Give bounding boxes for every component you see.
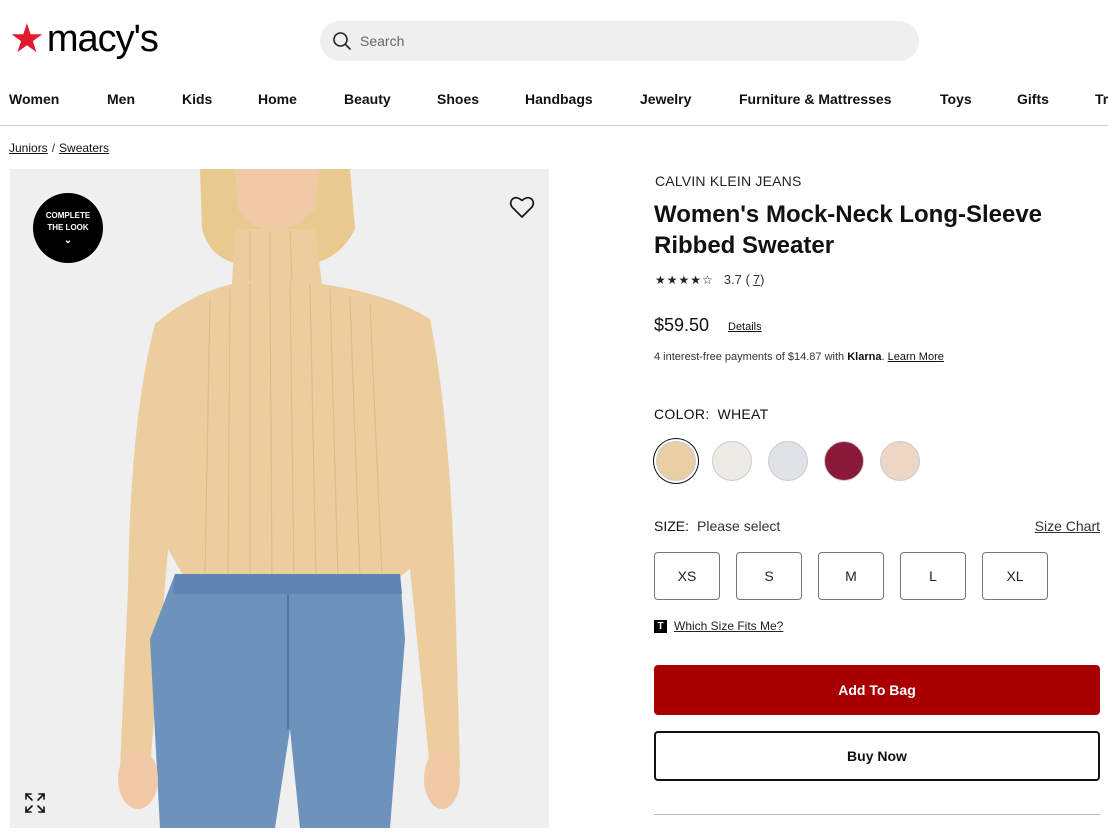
price-details-link[interactable]: Details bbox=[728, 321, 762, 333]
klarna-brand: Klarna bbox=[847, 351, 882, 363]
nav-jewelry[interactable]: Jewelry bbox=[640, 91, 691, 107]
nav-gifts[interactable]: Gifts bbox=[1017, 91, 1049, 107]
breadcrumb-separator: / bbox=[51, 141, 56, 155]
size-label-key: SIZE: bbox=[654, 518, 690, 534]
size-option-xl[interactable]: XL bbox=[982, 552, 1048, 600]
model-illustration bbox=[118, 169, 460, 828]
nav-truncated[interactable]: Tr bbox=[1095, 91, 1108, 107]
size-label: SIZE: Please select bbox=[654, 518, 780, 534]
nav-kids[interactable]: Kids bbox=[182, 91, 212, 107]
color-swatch-2[interactable] bbox=[712, 441, 752, 481]
nav-beauty[interactable]: Beauty bbox=[344, 91, 391, 107]
complete-look-line2: THE LOOK bbox=[47, 223, 89, 232]
breadcrumb-sweaters[interactable]: Sweaters bbox=[59, 141, 109, 155]
nav-women[interactable]: Women bbox=[9, 91, 59, 107]
breadcrumb: Juniors / Sweaters bbox=[9, 141, 109, 155]
nav-shoes[interactable]: Shoes bbox=[437, 91, 479, 107]
size-chart-link[interactable]: Size Chart bbox=[1035, 518, 1100, 534]
which-size-fits-link[interactable]: Which Size Fits Me? bbox=[674, 619, 783, 633]
size-option-s[interactable]: S bbox=[736, 552, 802, 600]
size-option-xs[interactable]: XS bbox=[654, 552, 720, 600]
chevron-down-icon: ⌄ bbox=[63, 235, 73, 246]
selected-color: WHEAT bbox=[717, 406, 769, 422]
color-swatch-3[interactable] bbox=[768, 441, 808, 481]
nav-furniture-mattresses[interactable]: Furniture & Mattresses bbox=[739, 91, 891, 107]
buy-now-button[interactable]: Buy Now bbox=[654, 731, 1100, 781]
size-option-m[interactable]: M bbox=[818, 552, 884, 600]
size-placeholder: Please select bbox=[697, 518, 781, 534]
nav-men[interactable]: Men bbox=[107, 91, 135, 107]
divider bbox=[654, 814, 1100, 815]
product-title: Women's Mock-Neck Long-Sleeve Ribbed Swe… bbox=[654, 201, 1043, 259]
klarna-payment-info: 4 interest-free payments of $14.87 with … bbox=[654, 351, 944, 363]
search-bar[interactable] bbox=[320, 21, 919, 61]
rating-close-paren: ) bbox=[760, 272, 765, 287]
color-swatch-wheat[interactable] bbox=[656, 441, 696, 481]
macys-logo[interactable]: ★ macy's bbox=[9, 17, 159, 61]
true-fit-icon: T bbox=[654, 619, 667, 633]
nav-home[interactable]: Home bbox=[258, 91, 297, 107]
color-swatch-4[interactable] bbox=[824, 441, 864, 481]
color-swatch-5[interactable] bbox=[880, 441, 920, 481]
search-input[interactable] bbox=[360, 33, 860, 49]
breadcrumb-juniors[interactable]: Juniors bbox=[9, 141, 48, 155]
product-rating[interactable]: ★★★★☆ 3.7 (7) bbox=[655, 272, 764, 287]
klarna-text: 4 interest-free payments of $14.87 with bbox=[654, 351, 845, 363]
nav-toys[interactable]: Toys bbox=[940, 91, 972, 107]
klarna-learn-more[interactable]: Learn More bbox=[888, 351, 944, 363]
top-nav: Women Men Kids Home Beauty Shoes Handbag… bbox=[0, 84, 1108, 126]
rating-value: 3.7 bbox=[723, 272, 742, 287]
color-label: COLOR: WHEAT bbox=[654, 406, 769, 422]
color-label-key: COLOR: bbox=[654, 406, 710, 422]
logo-wordmark: macy's bbox=[46, 18, 159, 60]
complete-look-line1: COMPLETE bbox=[45, 211, 91, 220]
star-logo-icon: ★ bbox=[9, 17, 45, 61]
heart-icon[interactable] bbox=[509, 195, 535, 219]
size-option-l[interactable]: L bbox=[900, 552, 966, 600]
size-fit-finder[interactable]: T Which Size Fits Me? bbox=[654, 619, 783, 633]
product-price: $59.50 bbox=[654, 315, 710, 335]
product-image[interactable]: COMPLETE THE LOOK ⌄ bbox=[10, 169, 549, 828]
review-count[interactable]: 7 bbox=[753, 272, 760, 287]
nav-handbags[interactable]: Handbags bbox=[525, 91, 593, 107]
product-brand[interactable]: CALVIN KLEIN JEANS bbox=[655, 173, 802, 189]
rating-stars-icon: ★★★★☆ bbox=[655, 272, 714, 287]
rating-open-paren: ( bbox=[741, 272, 750, 287]
expand-icon[interactable] bbox=[24, 792, 46, 814]
complete-the-look-button[interactable]: COMPLETE THE LOOK ⌄ bbox=[33, 193, 103, 263]
add-to-bag-button[interactable]: Add To Bag bbox=[654, 665, 1100, 715]
search-icon bbox=[333, 32, 351, 50]
